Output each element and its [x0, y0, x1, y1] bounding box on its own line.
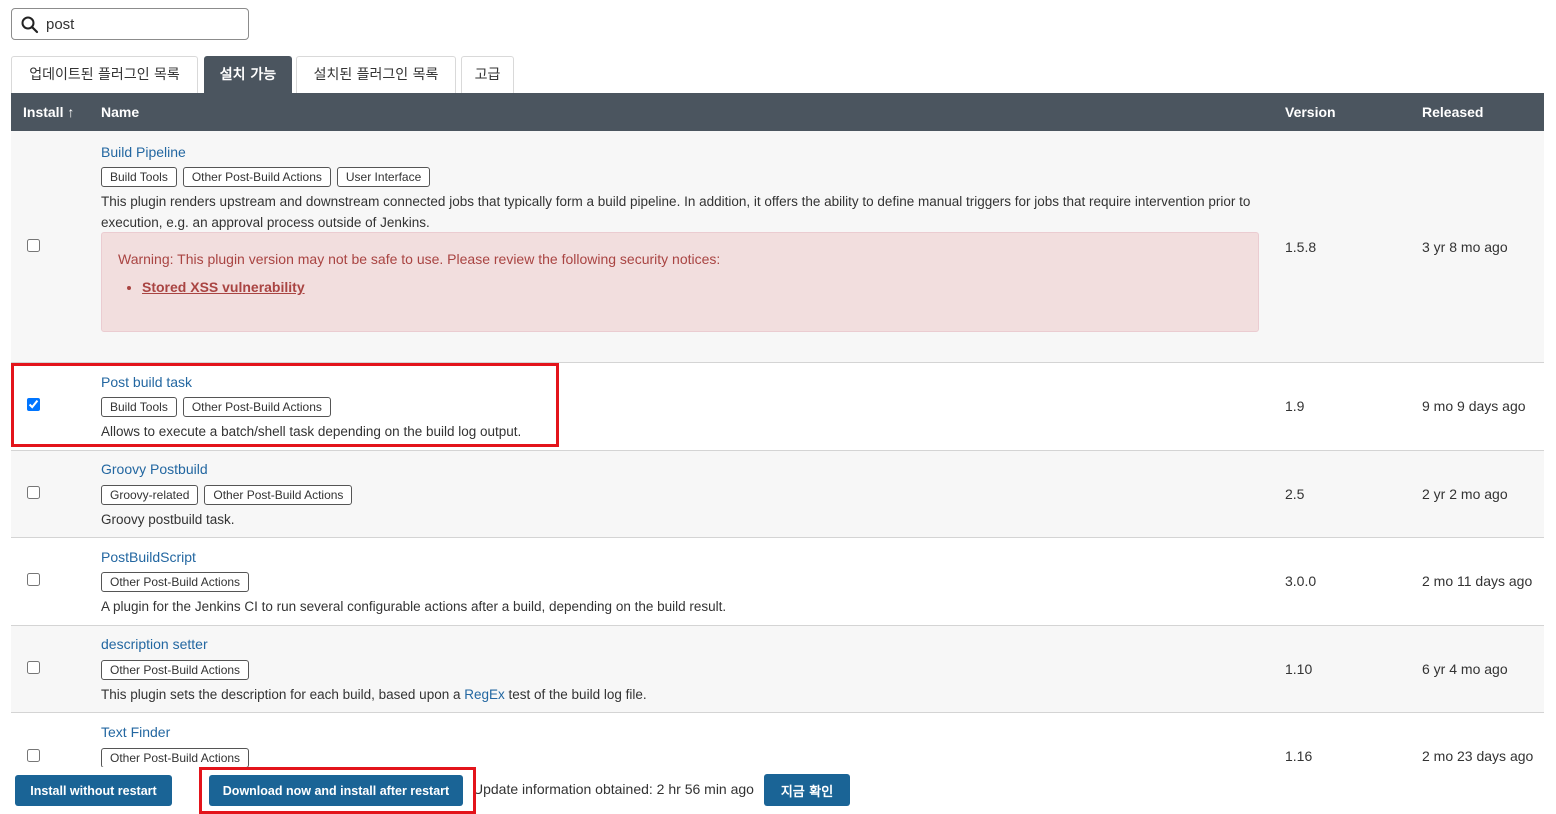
search-input[interactable]: [46, 13, 241, 35]
warning-text: Warning: This plugin version may not be …: [118, 251, 721, 267]
table-header: Install ↑ Name Version Released: [11, 93, 1544, 131]
plugin-version: 1.5.8: [1285, 239, 1317, 255]
plugin-released: 2 mo 11 days ago: [1422, 573, 1533, 589]
plugin-released: 6 yr 4 mo ago: [1422, 661, 1508, 677]
install-checkbox[interactable]: [27, 573, 40, 586]
tag-list: Other Post-Build Actions: [101, 660, 250, 680]
plugin-name-link[interactable]: Text Finder: [101, 724, 170, 740]
tab-updates[interactable]: 업데이트된 플러그인 목록: [11, 56, 198, 93]
tag-list: Groovy-related Other Post-Build Actions: [101, 485, 353, 505]
tag-list: Other Post-Build Actions: [101, 572, 250, 592]
plugin-name-link[interactable]: PostBuildScript: [101, 549, 196, 565]
tag-chip[interactable]: Other Post-Build Actions: [204, 485, 353, 505]
tag-chip[interactable]: Other Post-Build Actions: [101, 660, 250, 680]
tag-list: Build Tools Other Post-Build Actions: [101, 397, 331, 417]
install-checkbox[interactable]: [27, 239, 40, 252]
plugin-released: 9 mo 9 days ago: [1422, 398, 1526, 414]
tag-chip[interactable]: Build Tools: [101, 167, 177, 187]
plugin-version: 3.0.0: [1285, 573, 1317, 589]
download-install-after-restart-button[interactable]: Download now and install after restart: [209, 775, 463, 806]
plugin-description: A plugin for the Jenkins CI to run sever…: [101, 599, 727, 614]
plugin-name-link[interactable]: description setter: [101, 636, 208, 652]
install-checkbox[interactable]: [27, 486, 40, 499]
search-box[interactable]: [11, 8, 249, 40]
tag-chip[interactable]: Other Post-Build Actions: [182, 397, 331, 417]
plugin-released: 2 yr 2 mo ago: [1422, 486, 1508, 502]
column-name[interactable]: Name: [101, 104, 139, 120]
description-text: This plugin sets the description for eac…: [101, 687, 465, 702]
tag-list: Other Post-Build Actions: [101, 748, 250, 768]
search-icon: [21, 16, 39, 34]
table-row: PostBuildScript Other Post-Build Actions…: [11, 538, 1544, 626]
tag-chip[interactable]: User Interface: [336, 167, 431, 187]
plugin-name-link[interactable]: Post build task: [101, 374, 192, 390]
security-notice-item: Stored XSS vulnerability: [142, 279, 305, 295]
plugin-name-link[interactable]: Groovy Postbuild: [101, 461, 208, 477]
plugin-name-link[interactable]: Build Pipeline: [101, 144, 186, 160]
plugin-version: 2.5: [1285, 486, 1305, 502]
column-install[interactable]: Install ↑: [23, 104, 74, 120]
install-checkbox[interactable]: [27, 749, 40, 762]
stored-xss-link[interactable]: Stored XSS vulnerability: [142, 279, 305, 295]
plugin-description: This plugin sets the description for eac…: [101, 684, 1266, 705]
table-row: description setter Other Post-Build Acti…: [11, 626, 1544, 713]
plugin-version: 1.9: [1285, 398, 1305, 414]
table-row: Build Pipeline Build Tools Other Post-Bu…: [11, 131, 1544, 363]
plugin-version: 1.16: [1285, 748, 1313, 764]
install-checkbox[interactable]: [27, 398, 40, 411]
plugin-released: 3 yr 8 mo ago: [1422, 239, 1508, 255]
install-without-restart-button[interactable]: Install without restart: [15, 775, 172, 806]
security-warning: Warning: This plugin version may not be …: [101, 232, 1259, 332]
plugin-description: Allows to execute a batch/shell task dep…: [101, 424, 522, 439]
check-now-button[interactable]: 지금 확인: [764, 774, 850, 806]
update-info-text: Update information obtained: 2 hr 56 min…: [473, 781, 754, 797]
tag-list: Build Tools Other Post-Build Actions Use…: [101, 167, 431, 187]
plugin-description: This plugin renders upstream and downstr…: [101, 194, 1251, 230]
column-released[interactable]: Released: [1422, 104, 1483, 120]
tag-chip[interactable]: Other Post-Build Actions: [101, 572, 250, 592]
tab-installed[interactable]: 설치된 플러그인 목록: [296, 56, 456, 93]
tab-advanced[interactable]: 고급: [461, 56, 514, 93]
column-version[interactable]: Version: [1285, 104, 1336, 120]
tag-chip[interactable]: Other Post-Build Actions: [182, 167, 331, 187]
tag-chip[interactable]: Other Post-Build Actions: [101, 748, 250, 768]
plugin-version: 1.10: [1285, 661, 1313, 677]
footer-actions: Install without restart Download now and…: [0, 767, 1556, 814]
install-checkbox[interactable]: [27, 661, 40, 674]
table-row: Post build task Build Tools Other Post-B…: [11, 363, 1544, 451]
table-row: Groovy Postbuild Groovy-related Other Po…: [11, 451, 1544, 538]
tab-available[interactable]: 설치 가능: [204, 56, 292, 93]
plugin-released: 2 mo 23 days ago: [1422, 748, 1534, 764]
description-text: test of the build log file.: [504, 687, 647, 702]
plugin-description: Groovy postbuild task.: [101, 512, 235, 527]
regex-link[interactable]: RegEx: [464, 687, 505, 702]
security-notice-list: Stored XSS vulnerability: [122, 279, 305, 295]
tag-chip[interactable]: Build Tools: [101, 397, 177, 417]
tag-chip[interactable]: Groovy-related: [101, 485, 199, 505]
